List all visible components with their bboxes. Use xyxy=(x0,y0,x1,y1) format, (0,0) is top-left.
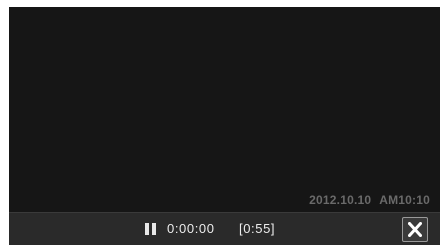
pause-button[interactable] xyxy=(143,221,159,237)
recording-timestamp: 2012.10.10 AM10:10 xyxy=(309,193,430,207)
recording-time: AM10:10 xyxy=(379,193,430,207)
video-display[interactable]: 2012.10.10 AM10:10 xyxy=(9,7,440,212)
close-button[interactable] xyxy=(402,217,428,242)
total-duration: [0:55] xyxy=(239,221,276,236)
pause-icon-bar xyxy=(152,223,156,235)
pause-icon xyxy=(145,223,149,235)
playback-screen: 2012.10.10 AM10:10 0:00:00 [0:55] xyxy=(9,7,440,245)
recording-date: 2012.10.10 xyxy=(309,193,372,207)
playback-control-bar: 0:00:00 [0:55] xyxy=(9,212,440,245)
close-icon xyxy=(408,222,422,237)
elapsed-time: 0:00:00 xyxy=(167,221,215,236)
